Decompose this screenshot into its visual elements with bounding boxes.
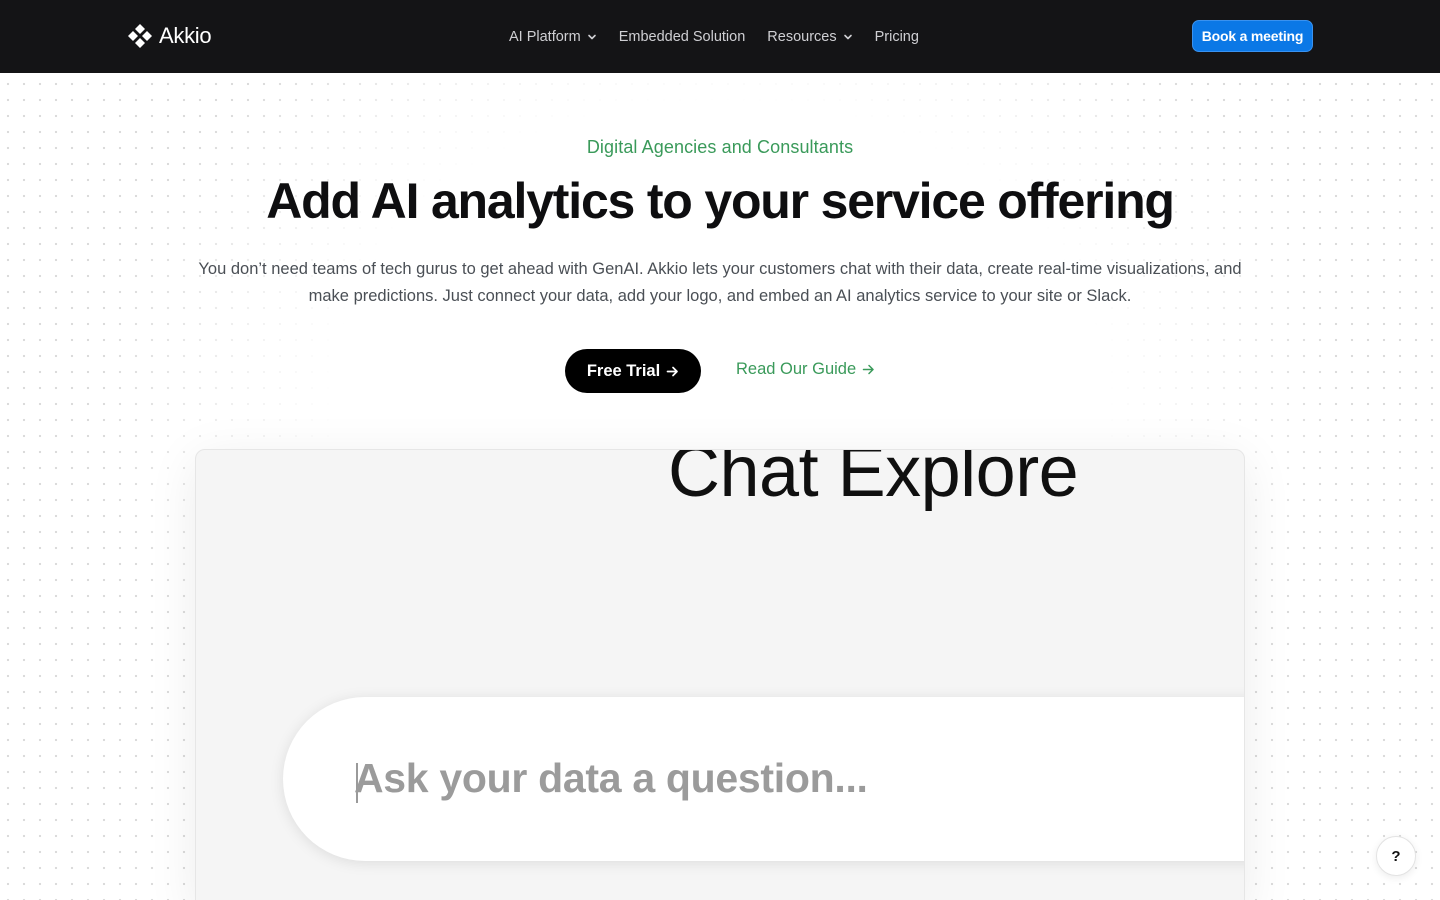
hero-eyebrow: Digital Agencies and Consultants xyxy=(586,137,854,157)
nav-item-ai-platform[interactable]: AI Platform xyxy=(509,29,597,45)
product-demo-panel: Chat Explore Ask your data a question... xyxy=(195,449,1245,900)
free-trial-button[interactable]: Free Trial xyxy=(565,349,701,393)
free-trial-label: Free Trial xyxy=(586,361,661,380)
nav-item-label: AI Platform xyxy=(509,28,581,45)
nav-item-label: Embedded Solution xyxy=(618,28,746,45)
read-guide-link[interactable]: Read Our Guide xyxy=(736,357,875,381)
nav-item-embedded-solution[interactable]: Embedded Solution xyxy=(619,29,746,45)
akkio-logo-icon xyxy=(128,24,152,48)
brand-logo[interactable]: Akkio xyxy=(127,22,212,50)
demo-heading: Chat Explore xyxy=(668,449,1079,512)
arrow-right-icon xyxy=(666,366,679,376)
top-navbar: Akkio AI Platform Embedded Solution Reso… xyxy=(0,0,1440,73)
cta-row: Free Trial Read Our Guide xyxy=(0,349,1440,393)
nav-item-pricing[interactable]: Pricing xyxy=(875,29,919,45)
main-nav: AI Platform Embedded Solution Resources … xyxy=(509,0,919,73)
nav-item-resources[interactable]: Resources xyxy=(767,29,852,45)
read-guide-label: Read Our Guide xyxy=(736,359,857,378)
book-meeting-button[interactable]: Book a meeting xyxy=(1192,20,1313,52)
brand-name: Akkio xyxy=(159,23,212,48)
nav-item-label: Resources xyxy=(767,28,837,45)
chevron-down-icon xyxy=(587,34,596,39)
ask-question-input[interactable]: Ask your data a question... xyxy=(283,697,1244,861)
page-title: Add AI analytics to your service offerin… xyxy=(266,173,1175,229)
chevron-down-icon xyxy=(843,34,852,39)
help-button[interactable]: ? xyxy=(1376,836,1416,876)
ask-input-placeholder: Ask your data a question... xyxy=(354,755,868,801)
arrow-right-icon xyxy=(862,364,874,374)
nav-item-label: Pricing xyxy=(874,28,919,45)
hero-subtitle: You don’t need teams of tech gurus to ge… xyxy=(198,260,1242,305)
